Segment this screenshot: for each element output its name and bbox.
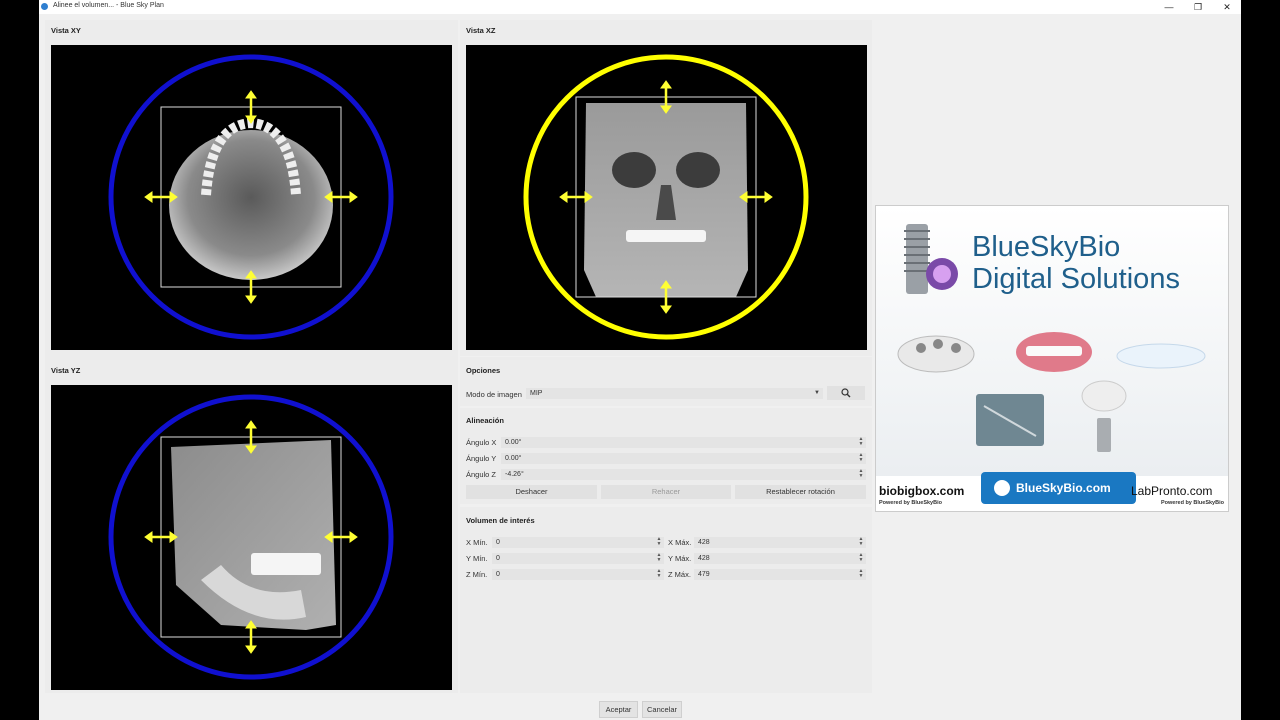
search-button[interactable] <box>827 386 865 400</box>
image-mode-value: MIP <box>530 390 543 397</box>
ad-brand-line2: Digital Solutions <box>972 263 1180 295</box>
angle-z-value: -4.26° <box>505 471 524 478</box>
ad-left-site[interactable]: biobigbox.com <box>879 484 964 498</box>
x-max-field[interactable]: 428 ▲ ▼ <box>694 537 866 548</box>
x-min-label: X Mín. <box>466 538 488 547</box>
cancel-button[interactable]: Cancelar <box>642 701 682 718</box>
volume-title: Volumen de interés <box>466 516 535 525</box>
view-yz-canvas[interactable] <box>51 385 452 690</box>
title-bar: Alinee el volumen... - Blue Sky Plan — ❐… <box>39 0 1241 14</box>
z-max-field[interactable]: 479 ▲ ▼ <box>694 569 866 580</box>
z-min-field[interactable]: 0 ▲ ▼ <box>492 569 664 580</box>
product-aligner-icon <box>1116 343 1206 369</box>
angle-y-label: Ángulo Y <box>466 454 497 463</box>
alignment-title: Alineación <box>466 416 504 425</box>
angle-z-spinner[interactable]: ▲ ▼ <box>858 469 864 480</box>
z-max-spinner[interactable]: ▲ ▼ <box>858 569 864 580</box>
bluesky-swirl-icon <box>994 480 1010 496</box>
xz-right-orbit <box>676 152 720 188</box>
angle-z-label: Ángulo Z <box>466 470 497 479</box>
yz-teeth <box>251 553 321 575</box>
x-max-value: 428 <box>698 539 710 546</box>
x-min-field[interactable]: 0 ▲ ▼ <box>492 537 664 548</box>
app-icon <box>41 3 48 10</box>
x-min-spinner[interactable]: ▲ ▼ <box>656 537 662 548</box>
redo-button[interactable]: Rehacer <box>601 485 731 499</box>
y-min-field[interactable]: 0 ▲ ▼ <box>492 553 664 564</box>
product-denture-icon <box>1016 332 1092 372</box>
xz-left-orbit <box>612 152 656 188</box>
angle-z-field[interactable]: -4.26° ▲ ▼ <box>501 469 866 480</box>
z-max-value: 479 <box>698 571 710 578</box>
view-xz-label: Vista XZ <box>466 26 496 35</box>
accept-button[interactable]: Aceptar <box>599 701 638 718</box>
undo-button[interactable]: Deshacer <box>466 485 597 499</box>
y-min-label: Y Mín. <box>466 554 488 563</box>
angle-y-field[interactable]: 0.00° ▲ ▼ <box>501 453 866 464</box>
z-max-label: Z Máx. <box>668 570 691 579</box>
view-yz-label: Vista YZ <box>51 366 81 375</box>
ad-center-site[interactable]: BlueSkyBio.com <box>1016 481 1111 495</box>
angle-x-label: Ángulo X <box>466 438 497 447</box>
image-mode-label: Modo de imagen <box>466 390 522 399</box>
x-max-spinner[interactable]: ▲ ▼ <box>858 537 864 548</box>
window-title: Alinee el volumen... - Blue Sky Plan <box>53 2 164 9</box>
product-scan-screen-icon <box>976 394 1044 446</box>
magnifier-icon <box>841 388 851 398</box>
close-button[interactable]: ✕ <box>1214 1 1240 13</box>
z-min-label: Z Mín. <box>466 570 488 579</box>
minimize-button[interactable]: — <box>1156 1 1182 13</box>
view-xy-canvas[interactable] <box>51 45 452 350</box>
angle-x-field[interactable]: 0.00° ▲ ▼ <box>501 437 866 448</box>
z-min-value: 0 <box>496 571 500 578</box>
angle-x-spinner[interactable]: ▲ ▼ <box>858 437 864 448</box>
view-xy-label: Vista XY <box>51 26 81 35</box>
z-min-spinner[interactable]: ▲ ▼ <box>656 569 662 580</box>
ad-right-site[interactable]: LabPronto.com <box>1131 484 1212 498</box>
product-implant-guide-icon <box>897 335 975 373</box>
image-mode-select[interactable]: MIP ▼ <box>526 388 823 399</box>
volume-section: Volumen de interés X Mín. 0 ▲ ▼ X Máx. 42… <box>460 507 872 693</box>
x-max-label: X Máx. <box>668 538 692 547</box>
y-min-value: 0 <box>496 555 500 562</box>
dialog-window: Alinee el volumen... - Blue Sky Plan — ❐… <box>39 0 1241 720</box>
options-section: Opciones Modo de imagen MIP ▼ <box>460 357 872 406</box>
x-min-value: 0 <box>496 539 500 546</box>
restore-button[interactable]: ❐ <box>1185 1 1211 13</box>
xz-teeth <box>626 230 706 242</box>
y-max-label: Y Máx. <box>668 554 692 563</box>
y-max-field[interactable]: 428 ▲ ▼ <box>694 553 866 564</box>
angle-y-spinner[interactable]: ▲ ▼ <box>858 453 864 464</box>
y-max-spinner[interactable]: ▲ ▼ <box>858 553 864 564</box>
alignment-section: Alineación Ángulo X 0.00° ▲ ▼ Ángulo Y 0.… <box>460 408 872 504</box>
y-min-spinner[interactable]: ▲ ▼ <box>656 553 662 564</box>
ad-brand-line1: BlueSkyBio <box>972 231 1121 263</box>
angle-x-value: 0.00° <box>505 439 522 446</box>
view-xz-canvas[interactable] <box>466 45 867 350</box>
xy-scan-image <box>169 130 333 280</box>
angle-y-value: 0.00° <box>505 455 522 462</box>
options-title: Opciones <box>466 366 501 375</box>
reset-rotation-button[interactable]: Restablecer rotación <box>735 485 866 499</box>
y-max-value: 428 <box>698 555 710 562</box>
bluesky-ad-banner[interactable]: BlueSkyBio Digital Solutions biobigbox.c… <box>875 205 1229 512</box>
ad-powered-left: Powered by BlueSkyBio <box>879 500 942 506</box>
chevron-down-icon: ▼ <box>814 390 820 396</box>
ad-powered-right: Powered by BlueSkyBio <box>1161 500 1224 506</box>
